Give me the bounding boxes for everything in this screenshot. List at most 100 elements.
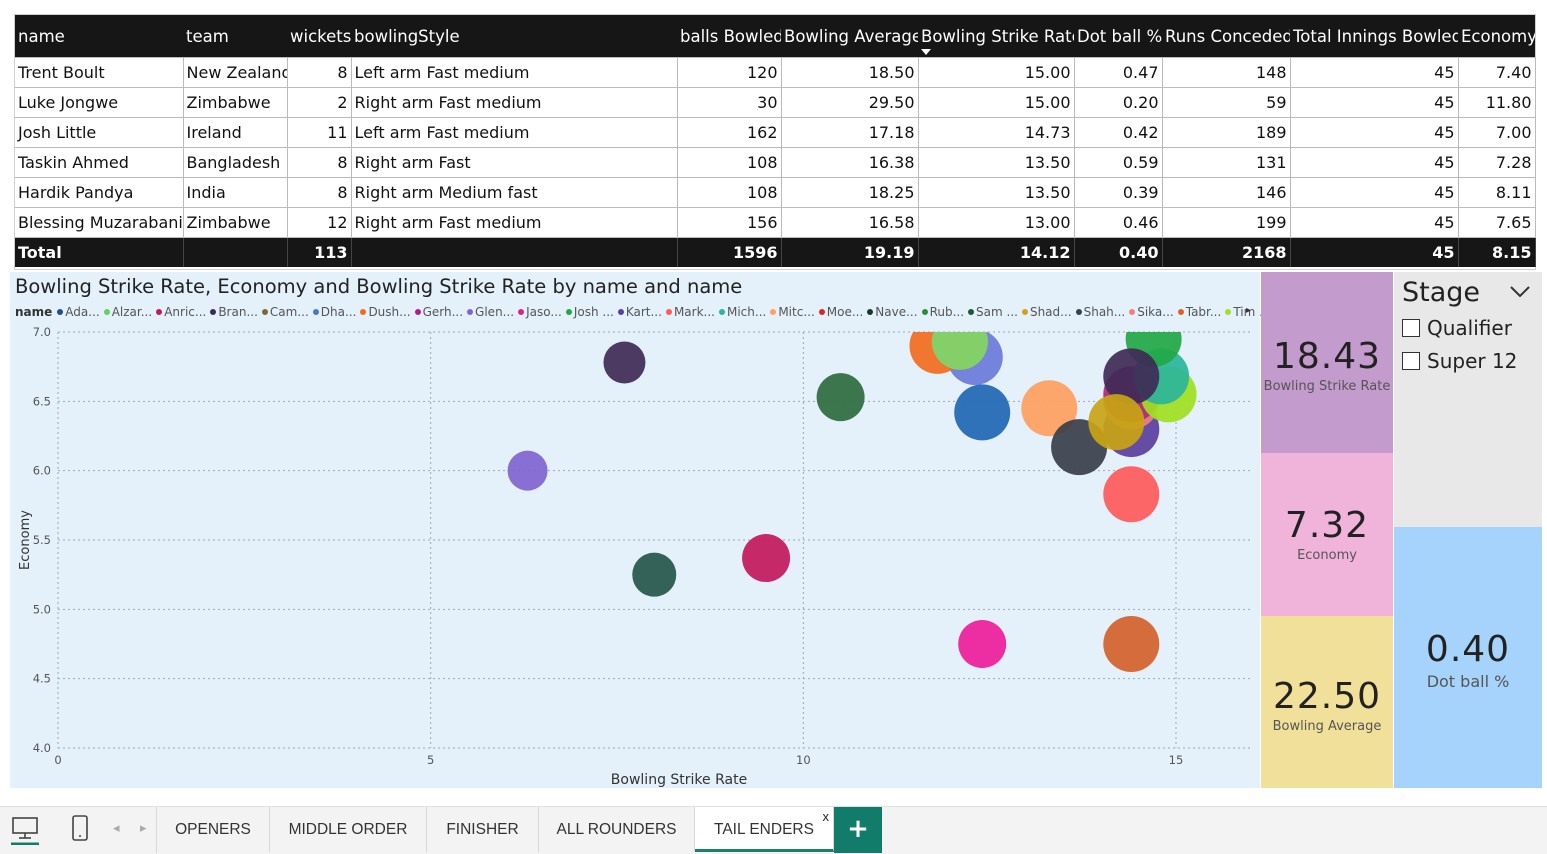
tab-label: FINISHER: [446, 821, 519, 838]
table-cell: 162: [677, 117, 782, 148]
chevron-down-icon[interactable]: [1509, 282, 1531, 300]
chevron-left-icon[interactable]: ◂: [113, 821, 120, 836]
col-header-team[interactable]: team: [183, 15, 287, 58]
bowling-table[interactable]: name team wickets bowlingStyle balls Bow…: [14, 14, 1536, 270]
table-cell: Right arm Fast: [351, 147, 678, 178]
table-row[interactable]: Hardik Pandya India 8 Right arm Medium fast…: [15, 177, 1536, 208]
checkbox[interactable]: [1402, 352, 1420, 370]
stage-slicer[interactable]: Stage Qualifier Super 12: [1394, 272, 1542, 527]
tab-label: ALL ROUNDERS: [556, 821, 677, 838]
add-page-button[interactable]: +: [834, 807, 882, 853]
table-cell: 12: [287, 207, 352, 238]
table-cell: 7.40: [1458, 57, 1536, 88]
slicer-option-label: Qualifier: [1427, 316, 1512, 340]
scatter-point[interactable]: [1103, 616, 1160, 672]
tab-label: TAIL ENDERS: [714, 821, 814, 838]
slicer-option-label: Super 12: [1427, 349, 1518, 373]
table-row[interactable]: Josh Little Ireland 11 Left arm Fast medium…: [15, 117, 1536, 148]
scatter-point[interactable]: [1088, 394, 1145, 451]
desktop-icon[interactable]: [11, 815, 39, 845]
tab-openers[interactable]: OPENERS: [157, 807, 270, 852]
table-cell: Zimbabwe: [183, 207, 288, 238]
phone-icon[interactable]: [70, 815, 90, 843]
total-cell: 14.12: [918, 237, 1075, 267]
y-tick-label: 5.0: [33, 602, 51, 616]
total-cell: 0.40: [1074, 237, 1163, 267]
table-cell: 0.46: [1074, 207, 1163, 238]
table-cell: 15.00: [918, 87, 1075, 118]
card-value: 22.50: [1272, 676, 1382, 717]
card-caption: Dot ball %: [1426, 672, 1510, 691]
total-cell: Total: [15, 237, 184, 267]
col-header-wickets[interactable]: wickets: [287, 15, 351, 58]
tab-finisher[interactable]: FINISHER: [427, 807, 539, 852]
scatter-point[interactable]: [954, 384, 1011, 441]
scatter-point[interactable]: [816, 373, 865, 422]
table-row[interactable]: Luke Jongwe Zimbabwe 2 Right arm Fast mediu…: [15, 87, 1536, 118]
table-cell: 0.39: [1074, 177, 1163, 208]
table-cell: Luke Jongwe: [15, 87, 184, 118]
col-header-bowling-average[interactable]: Bowling Average: [781, 15, 918, 58]
slicer-title: Stage: [1402, 277, 1481, 308]
col-header-balls-bowled[interactable]: balls Bowled: [677, 15, 781, 58]
table-cell: 131: [1162, 147, 1291, 178]
scatter-point[interactable]: [1103, 466, 1160, 523]
card-value: 7.32: [1284, 505, 1370, 546]
scatter-point[interactable]: [931, 314, 988, 370]
tab-label: MIDDLE ORDER: [288, 821, 408, 838]
table-cell: India: [183, 177, 288, 208]
table-cell: 8: [287, 147, 352, 178]
table-cell: 11: [287, 117, 352, 148]
tab-middle-order[interactable]: MIDDLE ORDER: [270, 807, 427, 852]
col-header-runs-conceded[interactable]: Runs Conceded: [1162, 15, 1290, 58]
table-cell: 45: [1290, 117, 1459, 148]
slicer-option-qualifier[interactable]: Qualifier: [1402, 316, 1512, 340]
col-header-dot-ball[interactable]: Dot ball %: [1074, 15, 1162, 58]
col-header-bowling-strike-rate[interactable]: Bowling Strike Rate: [918, 15, 1074, 58]
points-group: [507, 314, 1197, 672]
scatter-point[interactable]: [632, 552, 677, 597]
col-header-name[interactable]: name: [15, 15, 183, 58]
table-row[interactable]: Blessing Muzarabani Zimbabwe 12 Right arm F…: [15, 207, 1536, 238]
table-row[interactable]: Taskin Ahmed Bangladesh 8 Right arm Fast 108…: [15, 147, 1536, 178]
card-value: 18.43: [1272, 336, 1382, 377]
col-header-total-innings[interactable]: Total Innings Bowled: [1290, 15, 1458, 58]
table-cell: 45: [1290, 177, 1459, 208]
tab-tail-enders[interactable]: TAIL ENDERS x: [695, 807, 834, 852]
y-tick-label: 4.5: [33, 672, 51, 686]
col-header-economy[interactable]: Economy: [1458, 15, 1535, 58]
scatter-chart[interactable]: Bowling Strike Rate, Economy and Bowling…: [10, 272, 1271, 788]
total-cell: [351, 237, 678, 267]
tab-all-rounders[interactable]: ALL ROUNDERS: [539, 807, 695, 852]
table-cell: Hardik Pandya: [15, 177, 184, 208]
total-row: Total 113 1596 19.19 14.12 0.40 2168 45 8.15: [15, 237, 1536, 267]
scatter-point[interactable]: [603, 341, 646, 384]
col-header-bowlingstyle[interactable]: bowlingStyle: [351, 15, 677, 58]
table-cell: 0.47: [1074, 57, 1163, 88]
close-tab-icon[interactable]: x: [823, 794, 830, 840]
table-row[interactable]: Trent Boult New Zealand 8 Left arm Fast med…: [15, 57, 1536, 88]
table-cell: 13.50: [918, 147, 1075, 178]
checkbox[interactable]: [1402, 319, 1420, 337]
scatter-point[interactable]: [742, 534, 791, 583]
table-cell: 8.11: [1458, 177, 1536, 208]
table-cell: 0.20: [1074, 87, 1163, 118]
chevron-right-icon[interactable]: ▸: [140, 821, 147, 836]
table-cell: Left arm Fast medium: [351, 117, 678, 148]
scatter-point[interactable]: [958, 620, 1007, 668]
tab-label: OPENERS: [175, 821, 251, 838]
table-cell: 7.65: [1458, 207, 1536, 238]
slicer-option-super-12[interactable]: Super 12: [1402, 349, 1517, 373]
scatter-point[interactable]: [507, 450, 548, 491]
table-cell: 45: [1290, 87, 1459, 118]
table-cell: 15.00: [918, 57, 1075, 88]
table-cell: Right arm Fast medium: [351, 207, 678, 238]
card-economy: 7.32 Economy: [1261, 453, 1393, 616]
total-cell: 2168: [1162, 237, 1291, 267]
y-tick-label: 6.0: [33, 464, 51, 478]
card-value: 0.40: [1425, 629, 1511, 670]
table-cell: 108: [677, 147, 782, 178]
table-cell: Zimbabwe: [183, 87, 288, 118]
x-tick-label: 5: [427, 753, 434, 767]
data-grid: name team wickets bowlingStyle balls Bow…: [15, 15, 1536, 267]
